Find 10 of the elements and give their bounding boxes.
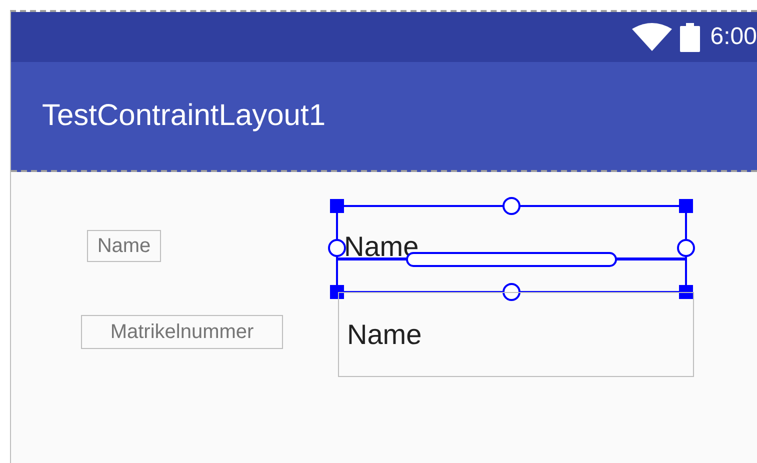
field-text: Name (347, 318, 422, 350)
status-time: 6:00 (710, 23, 757, 51)
wifi-icon (632, 23, 672, 51)
app-title: TestContraintLayout1 (42, 99, 326, 133)
text-label: Matrikelnummer (81, 315, 283, 349)
field-text: Name (344, 231, 419, 263)
battery-icon (680, 22, 700, 52)
text-field[interactable]: Name (337, 206, 686, 292)
text-field[interactable]: Name (338, 292, 694, 377)
text-label: Name (87, 230, 161, 262)
